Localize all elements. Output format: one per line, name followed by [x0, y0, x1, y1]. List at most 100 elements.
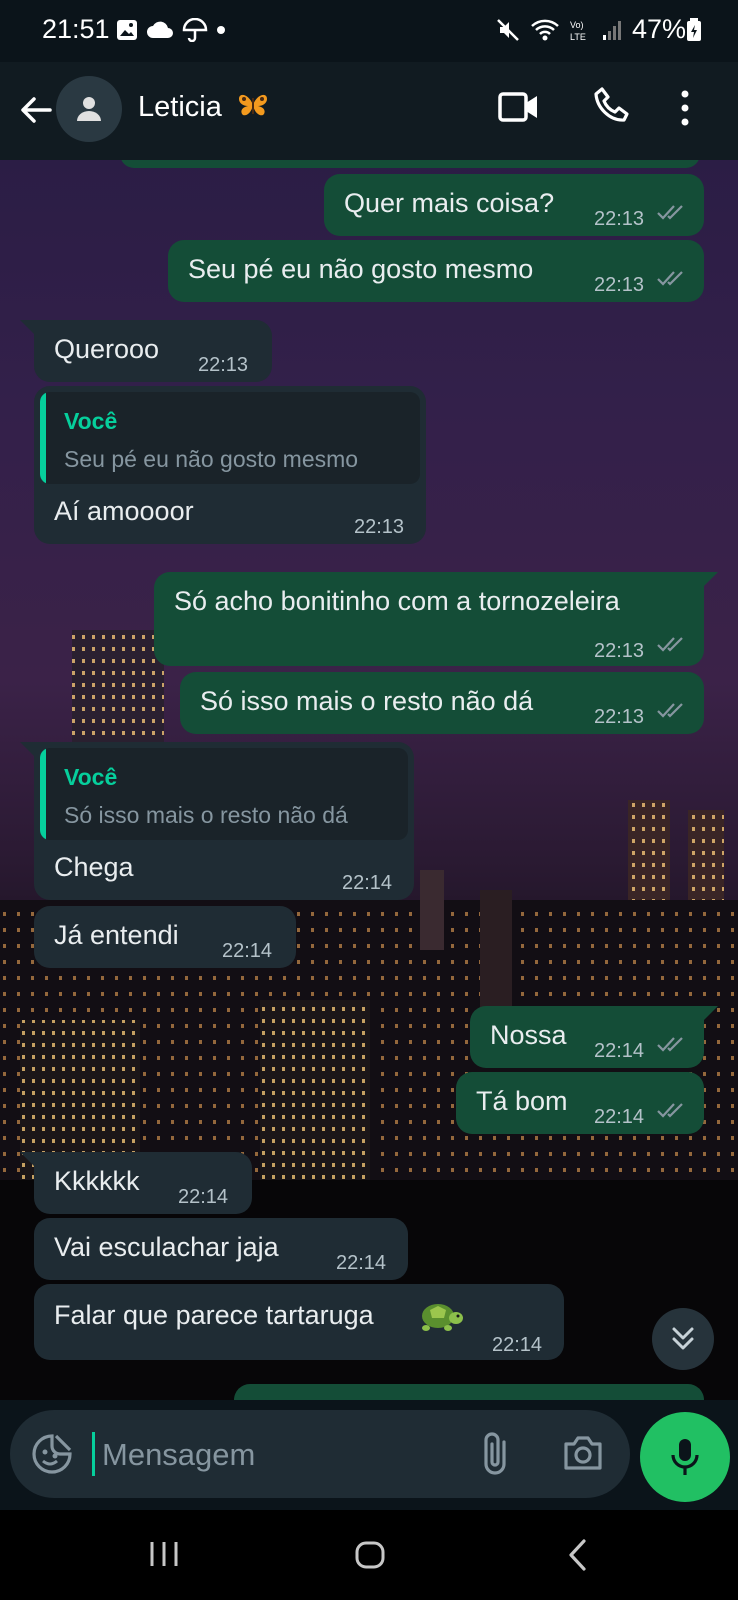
- more-vert-icon[interactable]: [680, 88, 690, 128]
- message-time: 22:13: [354, 516, 405, 538]
- status-notification-icons: [116, 18, 226, 42]
- message-bubble-outgoing[interactable]: Só isso mais o resto não dá 22:13: [180, 672, 704, 734]
- contact-name-container[interactable]: Leticia: [138, 90, 270, 124]
- battery-icon: [687, 18, 701, 41]
- message-bubble-outgoing[interactable]: Tá bom 22:14: [456, 1072, 704, 1134]
- message-bubble-incoming[interactable]: Já entendi 22:14: [34, 906, 296, 968]
- quoted-message[interactable]: Você Só isso mais o resto não dá: [40, 748, 408, 840]
- volte-icon: Vo) LTE: [570, 20, 586, 42]
- camera-icon[interactable]: [562, 1434, 604, 1472]
- mic-button[interactable]: [640, 1412, 730, 1502]
- message-input[interactable]: [100, 1430, 444, 1480]
- contact-name: Leticia: [138, 91, 222, 123]
- message-text: Só acho bonitinho com a tornozeleira: [174, 586, 620, 616]
- message-time: 22:14: [342, 872, 393, 894]
- message-time: 22:13: [594, 208, 645, 230]
- chat-area[interactable]: Quer mais coisa? 22:13 Seu pé eu não gos…: [0, 160, 738, 1400]
- message-time: 22:14: [336, 1252, 387, 1274]
- scroll-down-icon: [672, 1327, 694, 1350]
- avatar-icon: [77, 97, 101, 121]
- message-bubble-incoming[interactable]: Vai esculachar jaja 22:14: [34, 1218, 408, 1280]
- message-text: Chega: [54, 852, 134, 882]
- double-check-icon: [657, 205, 683, 220]
- scroll-to-bottom-button[interactable]: [652, 1308, 714, 1370]
- quote-author: Você: [64, 764, 118, 790]
- message-time: 22:13: [594, 640, 645, 662]
- bubble-tail: [704, 572, 718, 586]
- svg-text:Vo): Vo): [570, 20, 584, 30]
- message-text: Querooo: [54, 334, 160, 364]
- message-time: 22:14: [222, 940, 273, 962]
- quote-bar: [40, 748, 46, 840]
- double-check-icon: [657, 271, 683, 286]
- message-bubble-incoming[interactable]: Kkkkkk 22:14: [34, 1152, 252, 1214]
- signal-icon: [602, 20, 621, 40]
- weather-umbrella-icon: [182, 18, 208, 42]
- bubble-tail: [20, 1152, 34, 1166]
- message-text: Aí amoooor: [54, 496, 194, 526]
- message-composer: [0, 1400, 738, 1510]
- status-time: 21:51: [42, 14, 110, 44]
- message-bubble-incoming-reply[interactable]: Você Só isso mais o resto não dá Chega 2…: [34, 742, 414, 900]
- message-text: Nossa: [490, 1020, 567, 1050]
- turtle-emoji: [422, 1304, 463, 1331]
- message-text: Vai esculachar jaja: [54, 1232, 279, 1262]
- svg-text:LTE: LTE: [570, 32, 586, 42]
- double-check-icon: [657, 703, 683, 718]
- message-time: 22:13: [594, 274, 645, 296]
- bubble-tail: [20, 320, 34, 334]
- wifi-icon: [531, 19, 559, 40]
- quote-author: Você: [64, 408, 118, 434]
- message-bubble-incoming-reply[interactable]: Você Seu pé eu não gosto mesmo Aí amoooo…: [34, 386, 426, 544]
- cloud-icon: [147, 21, 173, 38]
- dot-icon: [217, 26, 225, 34]
- quoted-message[interactable]: Você Seu pé eu não gosto mesmo: [40, 392, 420, 484]
- double-check-icon: [657, 637, 683, 652]
- avatar[interactable]: [56, 76, 122, 142]
- message-time: 22:14: [594, 1040, 645, 1062]
- message-text: Tá bom: [476, 1086, 568, 1116]
- message-text: Já entendi: [54, 920, 179, 950]
- mic-icon: [671, 1439, 699, 1475]
- home-icon[interactable]: [354, 1540, 386, 1570]
- message-input-container[interactable]: [10, 1410, 630, 1498]
- status-bar: 21:51 Vo) LTE 47%: [0, 0, 738, 62]
- gallery-icon: [117, 20, 137, 40]
- message-text: Kkkkkk: [54, 1166, 140, 1196]
- message-bubble-incoming[interactable]: Querooo 22:13: [34, 320, 272, 382]
- message-text: Falar que parece tartaruga: [54, 1300, 374, 1330]
- double-check-icon: [657, 1103, 683, 1118]
- message-time: 22:14: [594, 1106, 645, 1128]
- message-time: 22:14: [492, 1334, 543, 1356]
- message-bubble-outgoing[interactable]: Nossa 22:14: [470, 1006, 704, 1068]
- chat-header: Leticia: [0, 62, 738, 160]
- message-bubble-outgoing[interactable]: Seu pé eu não gosto mesmo 22:13: [168, 240, 704, 302]
- message-bubble-incoming[interactable]: Falar que parece tartaruga 22:14: [34, 1284, 564, 1360]
- message-time: 22:13: [198, 354, 249, 376]
- mute-icon: [497, 18, 519, 41]
- message-time: 22:13: [594, 706, 645, 728]
- nav-back-icon[interactable]: [566, 1538, 588, 1572]
- recent-apps-icon[interactable]: [148, 1540, 180, 1568]
- quote-bar: [40, 392, 46, 484]
- double-check-icon: [657, 1037, 683, 1052]
- message-text: Só isso mais o resto não dá: [200, 686, 534, 716]
- message-bubble-outgoing[interactable]: Quer mais coisa? 22:13: [324, 174, 704, 236]
- paperclip-icon[interactable]: [480, 1432, 510, 1478]
- sticker-icon[interactable]: [30, 1432, 74, 1476]
- phone-icon[interactable]: [592, 86, 632, 126]
- butterfly-emoji: [238, 94, 267, 116]
- video-call-icon[interactable]: [498, 90, 540, 124]
- quote-text: Seu pé eu não gosto mesmo: [64, 446, 359, 472]
- status-right-icons: Vo) LTE 47%: [496, 14, 686, 45]
- back-arrow-icon[interactable]: [14, 88, 58, 132]
- message-bubble-partial: [234, 1384, 704, 1400]
- system-nav-bar: [0, 1510, 738, 1600]
- message-bubble-outgoing[interactable]: Só acho bonitinho com a tornozeleira 22:…: [154, 572, 704, 666]
- bubble-tail: [20, 742, 34, 756]
- quote-text: Só isso mais o resto não dá: [64, 802, 348, 828]
- message-text: Seu pé eu não gosto mesmo: [188, 254, 534, 284]
- bubble-tail: [704, 1006, 718, 1020]
- message-text: Quer mais coisa?: [344, 188, 555, 218]
- message-bubble-partial: [120, 160, 700, 168]
